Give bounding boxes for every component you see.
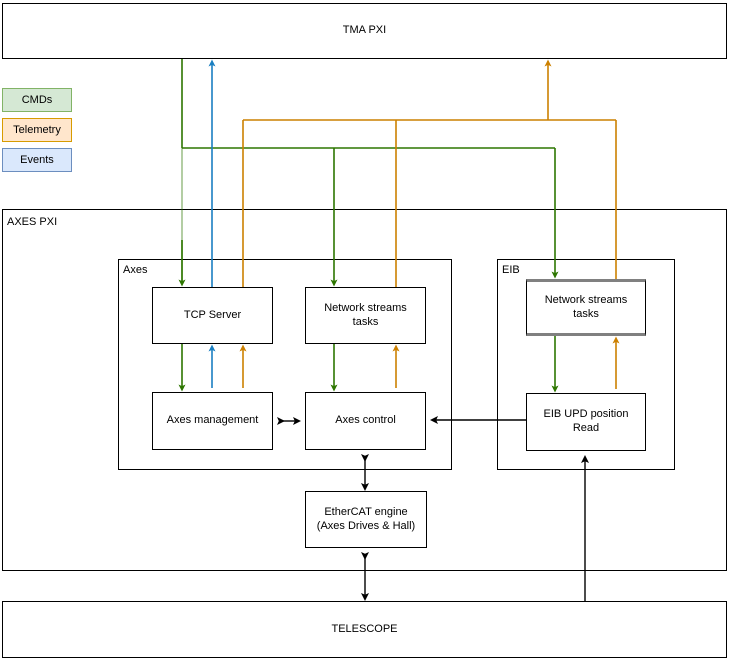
node-ethercat-engine-label: EtherCAT engine (Axes Drives & Hall) xyxy=(316,505,416,532)
node-tma-pxi[interactable]: TMA PXI xyxy=(2,3,727,59)
diagram-canvas: TMA PXI CMDs Telemetry Events AXES PXI A… xyxy=(0,0,731,661)
legend-item-events[interactable]: Events xyxy=(2,148,72,172)
container-axes-label: Axes xyxy=(121,264,150,276)
node-eib-network-streams[interactable]: Network streams tasks xyxy=(526,279,646,336)
node-telescope[interactable]: TELESCOPE xyxy=(2,601,727,658)
node-axes-network-streams[interactable]: Network streams tasks xyxy=(305,287,426,344)
node-axes-control-label: Axes control xyxy=(335,414,396,427)
legend-item-telemetry[interactable]: Telemetry xyxy=(2,118,72,142)
container-axes-pxi-label: AXES PXI xyxy=(5,216,60,228)
node-tcp-server-label: TCP Server xyxy=(183,308,242,321)
legend-item-telemetry-label: Telemetry xyxy=(13,124,61,136)
legend-item-cmds-label: CMDs xyxy=(21,94,53,106)
node-axes-management[interactable]: Axes management xyxy=(152,392,273,450)
node-tcp-server[interactable]: TCP Server xyxy=(152,287,273,344)
node-eib-upd-position-read[interactable]: EIB UPD position Read xyxy=(526,393,646,451)
node-axes-management-label: Axes management xyxy=(166,414,259,427)
node-eib-upd-position-read-label: EIB UPD position Read xyxy=(543,408,629,434)
legend-item-cmds[interactable]: CMDs xyxy=(2,88,72,112)
container-eib-label: EIB xyxy=(500,264,522,276)
node-axes-control[interactable]: Axes control xyxy=(305,392,426,450)
node-telescope-label: TELESCOPE xyxy=(331,622,398,635)
node-tma-pxi-label: TMA PXI xyxy=(342,24,387,37)
legend-item-events-label: Events xyxy=(20,154,54,166)
node-eib-network-streams-label: Network streams tasks xyxy=(544,293,628,320)
node-ethercat-engine[interactable]: EtherCAT engine (Axes Drives & Hall) xyxy=(305,491,427,548)
node-axes-network-streams-label: Network streams tasks xyxy=(324,301,407,328)
